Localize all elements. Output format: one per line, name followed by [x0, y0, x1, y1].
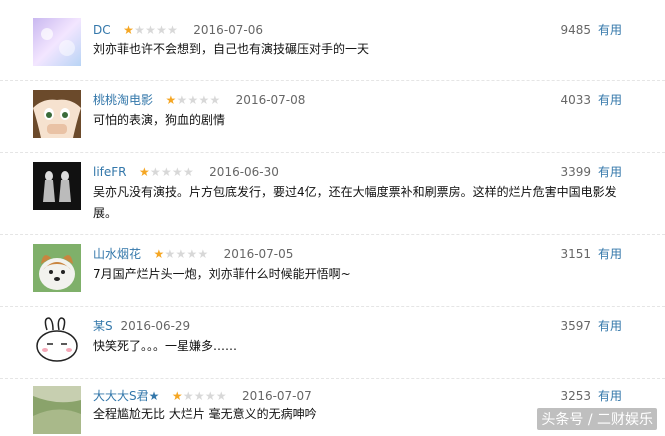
comment-text: 吴亦凡没有演技。片方包底发行，要过4亿，还在大幅度票补和刷票房。这样的烂片危害中… [93, 185, 617, 220]
comment-item: lifeFR ★★★★★ 2016-06-30 3399 有用 吴亦凡没有演技。… [0, 152, 665, 235]
avatar[interactable] [33, 316, 81, 364]
star-icon: ★ [165, 93, 176, 107]
comment-text: 刘亦菲也许不会想到，自己也有演技碾压对手的一天 [93, 42, 370, 56]
username-link[interactable]: 山水烟花 [93, 247, 141, 261]
avatar-image [33, 244, 81, 292]
useful-button[interactable]: 有用 [598, 90, 622, 110]
star-icon: ★ [204, 389, 216, 403]
comment-date: 2016-07-06 [193, 23, 264, 37]
star-icon: ★ [145, 23, 156, 37]
vote-count: 9485 [560, 23, 591, 37]
comment-text: 可怕的表演，狗血的剧情 [93, 113, 226, 127]
useful-button[interactable]: 有用 [598, 20, 622, 40]
star-icon: ★ [215, 389, 227, 403]
star-icon: ★ [198, 93, 209, 107]
star-icon: ★ [160, 165, 172, 179]
rating-stars: ★★★★★ [122, 20, 178, 40]
star-icon: ★ [134, 23, 145, 37]
avatar[interactable] [33, 386, 81, 434]
star-icon: ★ [193, 389, 205, 403]
comment-item: 山水烟花 ★★★★★ 2016-07-05 3151 有用 7月国产烂片头一炮，… [0, 234, 665, 307]
useful-button[interactable]: 有用 [598, 244, 622, 264]
comment-date: 2016-06-30 [209, 165, 279, 179]
star-icon: ★ [171, 165, 183, 179]
comment-text: 快笑死了。。。一星嫌多…… [93, 339, 238, 353]
star-icon: ★ [153, 247, 164, 261]
vote-count: 3399 [560, 165, 591, 179]
comment-header: 桃桃淘电影 ★★★★★ 2016-07-08 [93, 90, 305, 110]
useful-button[interactable]: 有用 [598, 162, 622, 182]
star-icon: ★ [171, 389, 183, 403]
star-icon: ★ [182, 389, 194, 403]
comment-item: DC ★★★★★ 2016-07-06 9485 有用 刘亦菲也许不会想到，自己… [0, 0, 665, 81]
comment-text: 7月国产烂片头一炮，刘亦菲什么时候能开悟啊~ [93, 267, 351, 281]
username-link[interactable]: 大大大S君★ [93, 389, 159, 403]
avatar-image [33, 90, 81, 138]
comment-header: 山水烟花 ★★★★★ 2016-07-05 [93, 244, 293, 264]
comment-date: 2016-06-29 [120, 319, 191, 333]
star-icon: ★ [167, 23, 178, 37]
star-icon: ★ [156, 23, 167, 37]
star-icon: ★ [176, 93, 187, 107]
rating-stars: ★★★★★ [171, 386, 227, 406]
star-icon: ★ [186, 247, 197, 261]
username-link[interactable]: DC [93, 23, 111, 37]
avatar[interactable] [33, 18, 81, 66]
rating-stars: ★★★★★ [138, 162, 194, 182]
useful-button[interactable]: 有用 [598, 316, 622, 336]
comment-date: 2016-07-05 [223, 247, 294, 261]
vote-count: 4033 [560, 93, 591, 107]
comment-date: 2016-07-08 [235, 93, 306, 107]
star-icon: ★ [123, 23, 134, 37]
comment-item: 桃桃淘电影 ★★★★★ 2016-07-08 4033 有用 可怕的表演，狗血的… [0, 80, 665, 153]
username-link[interactable]: 桃桃淘电影 [93, 93, 153, 107]
star-icon: ★ [175, 247, 186, 261]
comment-header: lifeFR ★★★★★ 2016-06-30 [93, 162, 279, 182]
avatar-image [33, 18, 81, 66]
avatar[interactable] [33, 90, 81, 138]
comment-header: DC ★★★★★ 2016-07-06 [93, 20, 263, 40]
comment-header: 某S 2016-06-29 [93, 316, 190, 336]
avatar[interactable] [33, 244, 81, 292]
comment-date: 2016-07-07 [242, 389, 312, 403]
comment-header: 大大大S君★ ★★★★★ 2016-07-07 [93, 386, 312, 406]
avatar-image [33, 162, 81, 210]
avatar[interactable] [33, 162, 81, 210]
watermark: 头条号 / 二财娱乐 [537, 408, 657, 430]
star-icon: ★ [187, 93, 198, 107]
star-icon: ★ [164, 247, 175, 261]
star-icon: ★ [182, 165, 194, 179]
avatar-image [33, 316, 81, 364]
star-icon: ★ [138, 165, 150, 179]
star-icon: ★ [197, 247, 208, 261]
avatar-image [33, 386, 81, 434]
rating-stars: ★★★★★ [153, 244, 208, 264]
useful-button[interactable]: 有用 [598, 386, 622, 406]
vote-count: 3151 [560, 247, 591, 261]
vote-count: 3253 [560, 389, 591, 403]
comment-item: 某S 2016-06-29 3597 有用 快笑死了。。。一星嫌多…… [0, 306, 665, 379]
rating-stars: ★★★★★ [165, 90, 220, 110]
username-link[interactable]: 某S [93, 319, 113, 333]
vote-count: 3597 [560, 319, 591, 333]
star-icon: ★ [149, 165, 161, 179]
username-link[interactable]: lifeFR [93, 165, 127, 179]
star-icon: ★ [209, 93, 220, 107]
